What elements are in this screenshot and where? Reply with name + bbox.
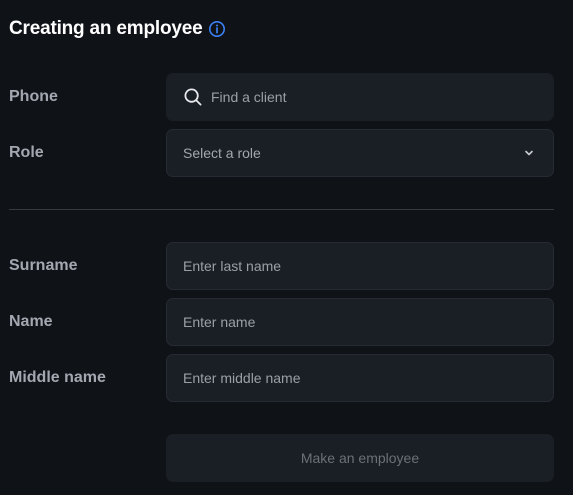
section-divider — [9, 209, 554, 210]
name-row: Name — [9, 298, 554, 346]
surname-field[interactable] — [166, 242, 554, 290]
phone-search-input[interactable] — [211, 89, 537, 105]
middle-name-field[interactable] — [166, 354, 554, 402]
search-icon — [183, 87, 203, 107]
middle-name-label: Middle name — [9, 369, 106, 386]
create-employee-form: Creating an employee Phone Role Select a… — [0, 0, 573, 495]
chevron-down-icon — [523, 147, 535, 159]
role-select[interactable]: Select a role — [166, 129, 554, 177]
name-label: Name — [9, 313, 53, 330]
role-label: Role — [9, 144, 44, 161]
surname-row: Surname — [9, 242, 554, 290]
phone-search-field[interactable] — [166, 73, 554, 121]
middle-name-row: Middle name — [9, 354, 554, 402]
surname-label: Surname — [9, 257, 78, 274]
make-employee-button[interactable]: Make an employee — [166, 434, 554, 482]
header: Creating an employee — [9, 18, 226, 40]
phone-row: Phone — [9, 73, 554, 121]
role-select-value: Select a role — [183, 145, 261, 161]
role-row: Role Select a role — [9, 129, 554, 177]
phone-label: Phone — [9, 88, 58, 105]
middle-name-input[interactable] — [183, 370, 537, 386]
info-circle-icon[interactable] — [208, 20, 226, 38]
name-field[interactable] — [166, 298, 554, 346]
page-title: Creating an employee — [9, 18, 203, 39]
name-input[interactable] — [183, 314, 537, 330]
surname-input[interactable] — [183, 258, 537, 274]
